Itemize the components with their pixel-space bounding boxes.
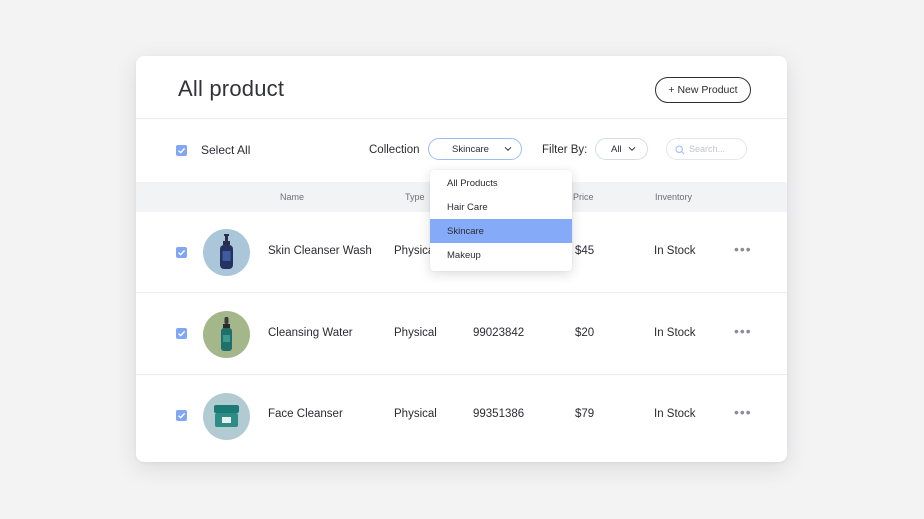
dropdown-option-all-products[interactable]: All Products <box>430 171 572 195</box>
filter-label: Filter By: <box>542 144 588 156</box>
collection-select[interactable]: Skincare <box>428 138 522 160</box>
bottle-dropper-icon <box>221 317 232 351</box>
product-price: $79 <box>575 408 595 420</box>
column-header-inventory: Inventory <box>655 192 693 202</box>
collection-dropdown: All Products Hair Care Skincare Makeup <box>430 170 572 271</box>
check-icon <box>178 412 186 419</box>
product-inventory: In Stock <box>654 245 696 257</box>
product-inventory: In Stock <box>654 327 696 339</box>
row-checkbox[interactable] <box>176 328 187 339</box>
chevron-down-icon <box>628 146 636 152</box>
collection-label: Collection <box>369 144 420 156</box>
select-all-checkbox[interactable] <box>176 145 187 156</box>
filter-value: All <box>611 144 622 155</box>
bottle-pump-icon <box>220 234 233 269</box>
row-checkbox[interactable] <box>176 410 187 421</box>
more-icon[interactable]: ••• <box>734 323 752 339</box>
product-type: Physical <box>394 408 437 420</box>
row-checkbox[interactable] <box>176 247 187 258</box>
more-icon[interactable]: ••• <box>734 404 752 420</box>
divider <box>136 118 787 119</box>
check-icon <box>178 147 186 154</box>
product-name: Cleansing Water <box>268 327 353 339</box>
filter-select[interactable]: All <box>595 138 648 160</box>
product-inventory: In Stock <box>654 408 696 420</box>
column-header-price: Price <box>573 192 594 202</box>
product-type: Physical <box>394 327 437 339</box>
product-price: $20 <box>575 327 595 339</box>
collection-value: Skincare <box>452 144 489 155</box>
jar-icon <box>214 405 239 427</box>
chevron-down-icon <box>504 146 512 152</box>
table-row[interactable]: Face Cleanser Physical 99351386 $79 In S… <box>136 375 787 456</box>
more-icon[interactable]: ••• <box>734 241 752 257</box>
product-sku: 99023842 <box>473 327 525 339</box>
column-header-name: Name <box>280 192 305 202</box>
select-all-label: Select All <box>201 143 251 157</box>
dropdown-option-makeup[interactable]: Makeup <box>430 243 572 267</box>
dropdown-option-hair-care[interactable]: Hair Care <box>430 195 572 219</box>
search-input[interactable]: Search... <box>666 138 747 160</box>
dropdown-option-skincare[interactable]: Skincare <box>430 219 572 243</box>
product-thumbnail <box>203 229 250 276</box>
new-product-button[interactable]: + New Product <box>655 77 751 103</box>
column-header-type: Type <box>405 192 425 202</box>
product-price: $45 <box>575 245 595 257</box>
table-row[interactable]: Cleansing Water Physical 99023842 $20 In… <box>136 293 787 374</box>
product-sku: 99351386 <box>473 408 525 420</box>
product-card: All product + New Product Select All Col… <box>136 56 787 462</box>
page-title: All product <box>178 76 285 101</box>
check-icon <box>178 330 186 337</box>
check-icon <box>178 249 186 256</box>
product-thumbnail <box>203 393 250 440</box>
product-thumbnail <box>203 311 250 358</box>
product-name: Face Cleanser <box>268 408 343 420</box>
product-name: Skin Cleanser Wash <box>268 245 372 257</box>
search-placeholder: Search... <box>689 144 726 154</box>
search-icon <box>675 145 685 155</box>
